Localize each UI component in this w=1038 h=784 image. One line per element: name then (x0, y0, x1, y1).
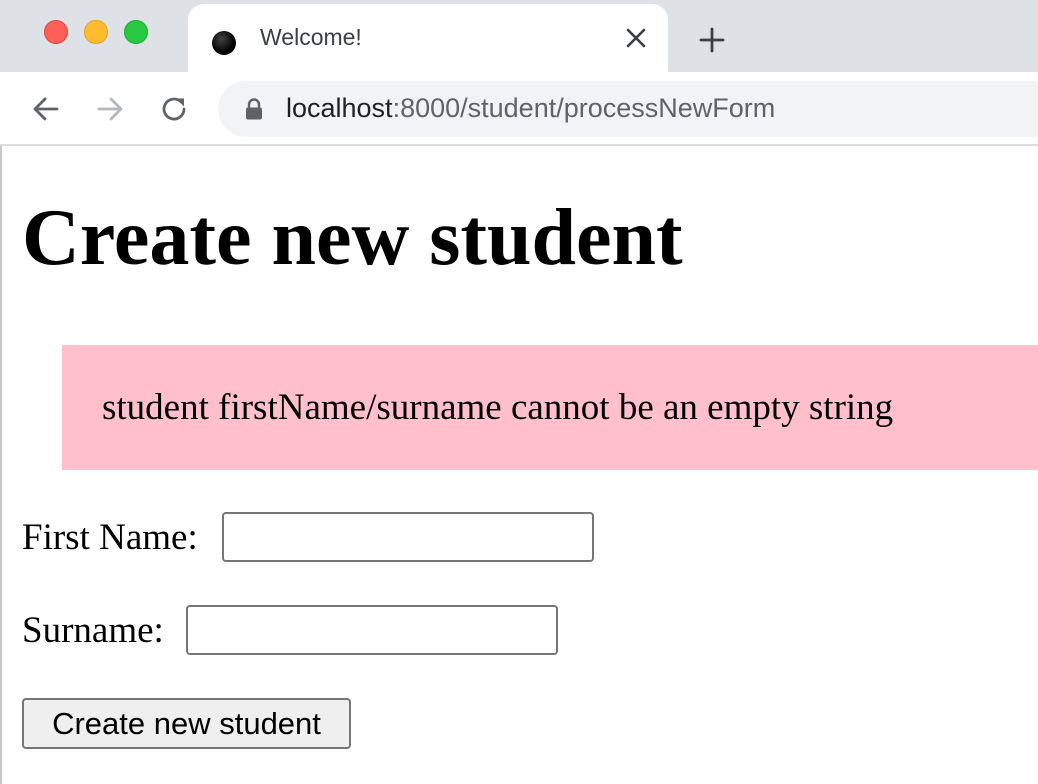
first-name-label: First Name: (22, 517, 198, 558)
tab-title: Welcome! (260, 24, 362, 50)
browser-toolbar: localhost:8000/student/processNewForm (0, 72, 1038, 146)
lock-icon[interactable] (244, 98, 264, 120)
surname-input[interactable] (186, 605, 558, 655)
url-host: localhost (286, 93, 393, 123)
address-bar[interactable]: localhost:8000/student/processNewForm (218, 81, 1038, 137)
error-message-box: student firstName/surname cannot be an e… (62, 345, 1038, 470)
reload-icon[interactable] (157, 92, 191, 126)
window-close-button[interactable] (44, 20, 68, 44)
error-message-text: student firstName/surname cannot be an e… (102, 387, 894, 428)
create-new-student-button[interactable]: Create new student (22, 698, 351, 749)
page-title: Create new student (22, 194, 683, 282)
browser-tabstrip: Welcome! (0, 0, 1038, 72)
url-text[interactable]: localhost:8000/student/processNewForm (286, 93, 775, 124)
surname-label: Surname: (22, 610, 164, 651)
window-left-border (0, 146, 2, 784)
browser-tab-active[interactable]: Welcome! (188, 4, 668, 72)
first-name-input[interactable] (222, 512, 594, 562)
page-content: Create new student student firstName/sur… (22, 146, 1038, 784)
window-maximize-button[interactable] (124, 20, 148, 44)
close-icon[interactable] (622, 24, 650, 52)
arrow-left-icon[interactable] (29, 92, 63, 126)
arrow-right-icon[interactable] (93, 92, 127, 126)
plus-icon[interactable] (694, 22, 730, 58)
url-path: :8000/student/processNewForm (392, 93, 776, 123)
window-minimize-button[interactable] (84, 20, 108, 44)
black-circle-favicon-icon (212, 31, 236, 55)
